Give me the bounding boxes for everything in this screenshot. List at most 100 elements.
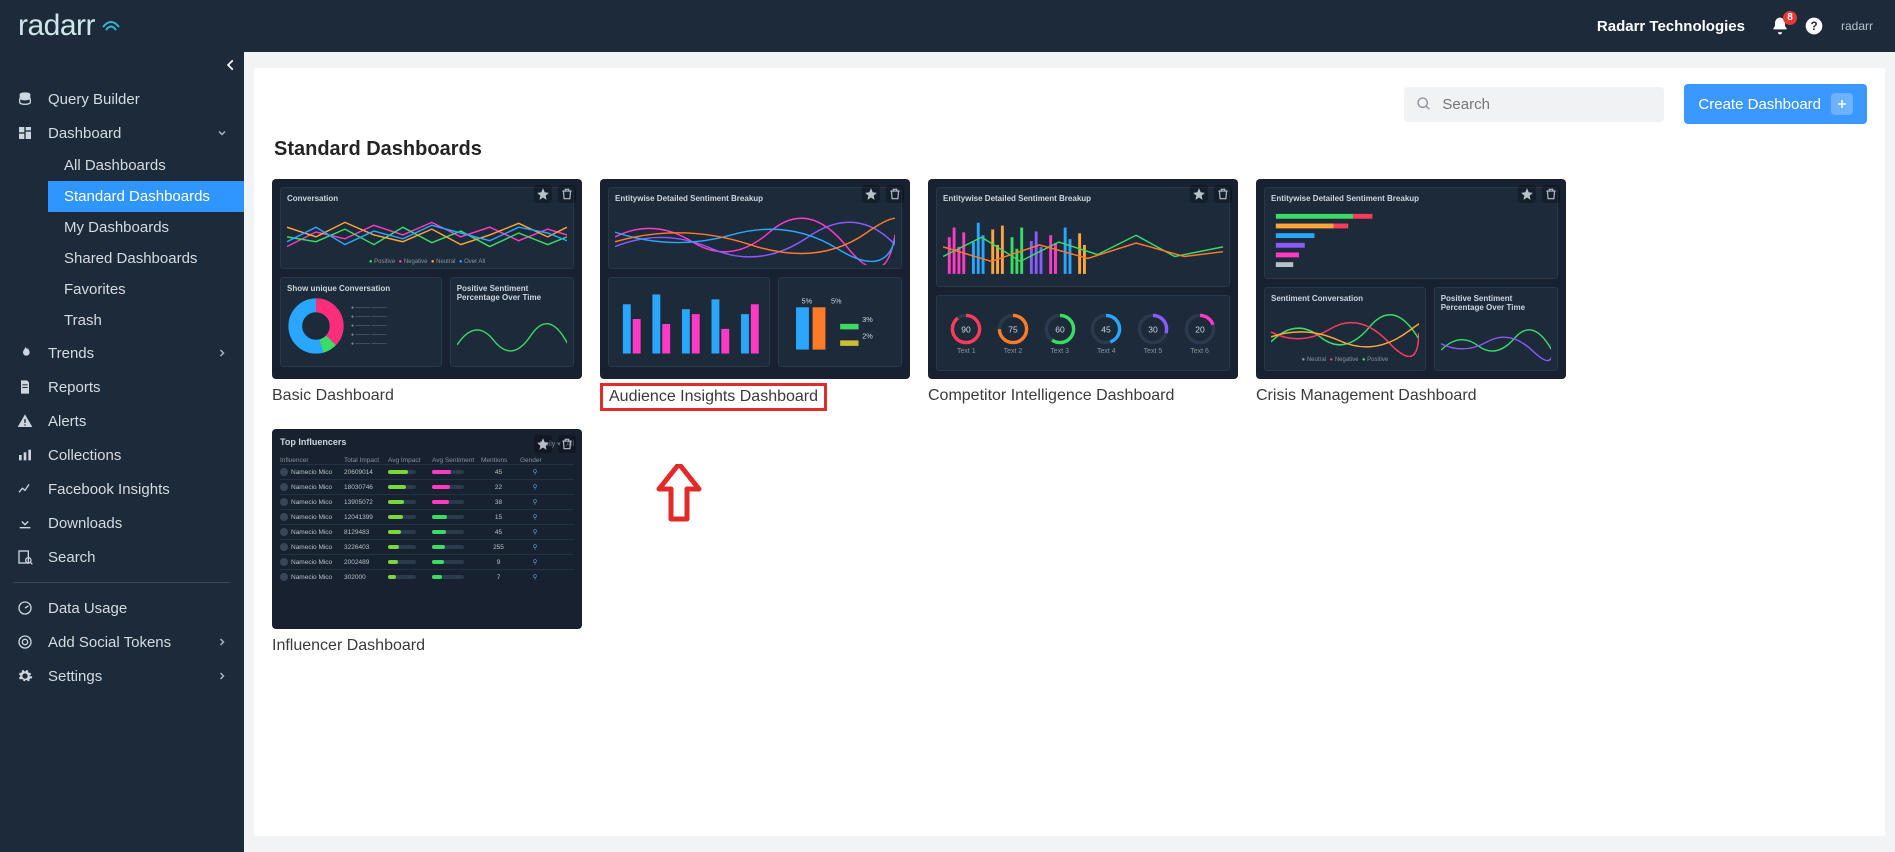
svg-text:75: 75 <box>1008 324 1018 334</box>
nav-label: Collections <box>48 447 121 464</box>
nav-my-dashboards[interactable]: My Dashboards <box>48 212 244 243</box>
tile-title: Entitywise Detailed Sentiment Breakup <box>943 194 1223 203</box>
nav-standard-dashboards[interactable]: Standard Dashboards <box>48 181 244 212</box>
star-icon[interactable] <box>1190 185 1208 203</box>
star-icon[interactable] <box>534 185 552 203</box>
nav-query-builder[interactable]: Query Builder <box>0 82 244 116</box>
search-page-icon <box>16 548 34 566</box>
nav-trash[interactable]: Trash <box>48 305 244 336</box>
database-icon <box>16 90 34 108</box>
nav-label: Shared Dashboards <box>64 250 197 267</box>
star-icon[interactable] <box>534 435 552 453</box>
gauge: 75 Text 2 <box>996 312 1030 355</box>
dashboard-title: Influencer Dashboard <box>272 637 582 655</box>
gauge: 45 Text 4 <box>1089 312 1123 355</box>
svg-text:90: 90 <box>962 324 972 334</box>
sidebar-collapse-icon[interactable] <box>224 58 238 72</box>
tile-title: Positive Sentiment Percentage Over Time <box>457 284 567 302</box>
nav-add-social-tokens[interactable]: Add Social Tokens <box>0 625 244 659</box>
search-box[interactable] <box>1404 87 1664 122</box>
col-header: Avg Sentiment <box>432 457 477 464</box>
nav-label: Alerts <box>48 413 86 430</box>
document-icon <box>16 378 34 396</box>
trash-icon[interactable] <box>558 185 576 203</box>
trash-icon[interactable] <box>1214 185 1232 203</box>
legend-item: Neutral <box>436 259 455 265</box>
nav-separator <box>14 582 230 583</box>
trash-icon[interactable] <box>1542 185 1560 203</box>
top-header: radarr Radarr Technologies 8 ? radarr <box>0 0 1895 52</box>
tile-title: Conversation <box>287 194 567 203</box>
nav-label: Query Builder <box>48 91 140 108</box>
dashboard-card-influencer[interactable]: Top Influencers Daily ▾ All Influencer T… <box>272 429 582 655</box>
page-title: Standard Dashboards <box>274 138 1867 161</box>
toolbar: Create Dashboard <box>272 84 1867 124</box>
flame-icon <box>16 344 34 362</box>
dashboard-title: Crisis Management Dashboard <box>1256 387 1566 405</box>
trash-icon[interactable] <box>886 185 904 203</box>
legend-item: Over All <box>464 259 485 265</box>
search-input[interactable] <box>1440 95 1652 114</box>
gauge: 30 Text 5 <box>1136 312 1170 355</box>
dashboard-card-crisis[interactable]: Entitywise Detailed Sentiment Breakup <box>1256 179 1566 411</box>
tile-title: Entitywise Detailed Sentiment Breakup <box>1271 194 1551 203</box>
nav-shared-dashboards[interactable]: Shared Dashboards <box>48 243 244 274</box>
table-row: Namecio Mico 2002489 9 ⚲ <box>280 554 574 569</box>
nav-label: Favorites <box>64 281 126 298</box>
col-header: Total Impact <box>344 457 384 464</box>
legend-item: Positive <box>374 259 395 265</box>
dashboard-card-basic[interactable]: Conversation ● Positive ● Negative ● <box>272 179 582 411</box>
nav-reports[interactable]: Reports <box>0 370 244 404</box>
col-header: Mentions <box>481 457 516 464</box>
star-icon[interactable] <box>862 185 880 203</box>
dashboard-title: Audience Insights Dashboard <box>600 383 827 411</box>
nav-search[interactable]: Search <box>0 540 244 574</box>
svg-text:60: 60 <box>1055 324 1065 334</box>
dashboard-grid: Conversation ● Positive ● Negative ● <box>272 179 1867 655</box>
nav-label: Trends <box>48 345 94 362</box>
notifications-icon[interactable]: 8 <box>1769 15 1791 37</box>
gauge: 20 Text 6 <box>1183 312 1217 355</box>
chevron-down-icon <box>216 127 228 139</box>
search-icon <box>1416 96 1432 112</box>
nav-settings[interactable]: Settings <box>0 659 244 693</box>
notification-badge: 8 <box>1783 11 1797 25</box>
dashboard-card-audience[interactable]: Entitywise Detailed Sentiment Breakup <box>600 179 910 411</box>
legend-item: Positive <box>1367 357 1388 363</box>
alert-icon <box>16 412 34 430</box>
table-row: Namecio Mico 20609014 45 ⚲ <box>280 464 574 479</box>
dashboard-thumbnail: Top Influencers Daily ▾ All Influencer T… <box>272 429 582 629</box>
nav-dashboard-submenu: All Dashboards Standard Dashboards My Da… <box>0 150 244 336</box>
table-row: Namecio Mico 3226403 255 ⚲ <box>280 539 574 554</box>
nav-data-usage[interactable]: Data Usage <box>0 591 244 625</box>
star-icon[interactable] <box>1518 185 1536 203</box>
table-row: Namecio Mico 12041399 15 ⚲ <box>280 509 574 524</box>
chevron-right-icon <box>216 636 228 648</box>
collections-icon <box>16 446 34 464</box>
table-row: Namecio Mico 18030746 22 ⚲ <box>280 479 574 494</box>
dashboard-thumbnail: Entitywise Detailed Sentiment Breakup <box>1256 179 1566 379</box>
help-icon[interactable]: ? <box>1803 15 1825 37</box>
svg-text:5%: 5% <box>831 297 842 306</box>
nav-favorites[interactable]: Favorites <box>48 274 244 305</box>
create-dashboard-button[interactable]: Create Dashboard <box>1684 84 1867 124</box>
nav-downloads[interactable]: Downloads <box>0 506 244 540</box>
table-row: Namecio Mico 8129483 45 ⚲ <box>280 524 574 539</box>
dashboard-thumbnail: Entitywise Detailed Sentiment Breakup <box>600 179 910 379</box>
nav-collections[interactable]: Collections <box>0 438 244 472</box>
svg-text:20: 20 <box>1195 324 1205 334</box>
nav-label: Trash <box>64 312 102 329</box>
nav-label: Downloads <box>48 515 122 532</box>
main-area: Create Dashboard Standard Dashboards <box>244 52 1895 852</box>
svg-text:30: 30 <box>1148 324 1158 334</box>
nav-all-dashboards[interactable]: All Dashboards <box>48 150 244 181</box>
col-header: Avg Impact <box>388 457 428 464</box>
col-header: Influencer <box>280 457 340 464</box>
trash-icon[interactable] <box>558 435 576 453</box>
tile-title: Show unique Conversation <box>287 284 435 293</box>
nav-alerts[interactable]: Alerts <box>0 404 244 438</box>
nav-dashboard[interactable]: Dashboard <box>0 116 244 150</box>
nav-facebook-insights[interactable]: Facebook Insights <box>0 472 244 506</box>
dashboard-card-competitor[interactable]: Entitywise Detailed Sentiment Breakup <box>928 179 1238 411</box>
nav-trends[interactable]: Trends <box>0 336 244 370</box>
